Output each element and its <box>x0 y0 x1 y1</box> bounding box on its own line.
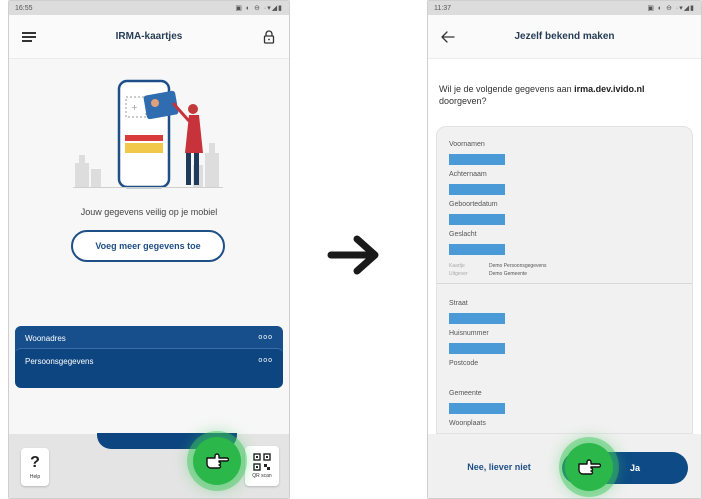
question-prefix: Wil je de volgende gegevens aan <box>439 84 575 94</box>
add-more-data-button[interactable]: Voeg meer gegevens toe <box>71 230 225 262</box>
attribute-label: Gemeente <box>449 390 482 397</box>
help-label: Help <box>29 473 41 480</box>
attribute-label: Geboortedatum <box>449 201 498 208</box>
meta-key: Uitgever <box>449 271 468 277</box>
svg-text:+: + <box>131 103 138 112</box>
attribute-value-redacted <box>449 184 505 195</box>
page-title: IRMA-kaartjes <box>115 31 183 42</box>
meta-value: Demo Gemeente <box>489 271 528 277</box>
tagline: Jouw gegevens veilig op je mobiel <box>80 207 218 217</box>
attribute-label: Postcode <box>449 360 479 367</box>
disclosure-question: Wil je de volgende gegevens aan irma.dev… <box>439 83 687 107</box>
attribute-value-redacted <box>449 313 505 324</box>
status-icons: ▣ ◐ ⊖ ·▾◢▮ <box>235 5 283 12</box>
app-bar: IRMA-kaartjes <box>9 15 289 59</box>
pointing-hand-icon <box>578 459 601 475</box>
highlight-tap-indicator[interactable] <box>193 437 241 485</box>
card-label: Persoonsgegevens <box>25 357 94 366</box>
hamburger-menu-icon[interactable] <box>21 29 37 45</box>
pointing-hand-icon <box>206 453 229 469</box>
requester-domain: irma.dev.ivido.nl <box>574 84 645 94</box>
attribute-label: Geslacht <box>449 231 477 238</box>
right-arrow-icon <box>327 235 379 275</box>
question-mark-icon: ? <box>30 453 40 471</box>
attribute-label: Straat <box>449 300 468 307</box>
attribute-label: Huisnummer <box>449 330 489 337</box>
phone-illustration: + <box>73 79 223 189</box>
attribute-value-redacted <box>449 214 505 225</box>
status-icons: ▣ ◐ ⊖ ·▾◢▮ <box>647 5 695 12</box>
question-suffix: doorgeven? <box>439 96 487 106</box>
bottom-bar: ? Help QR scan <box>9 433 289 498</box>
attribute-group-woonadres: Straat Huisnummer Postcode Gemeente Woon… <box>437 283 692 433</box>
attribute-value-redacted <box>449 154 505 165</box>
more-options-icon[interactable]: ooo <box>258 357 273 380</box>
qr-scan-button[interactable]: QR scan <box>245 446 279 486</box>
appbar-spacer <box>673 29 689 45</box>
left-phone-screen: 16:55 ▣ ◐ ⊖ ·▾◢▮ IRMA-kaartjes + Jouw ge… <box>8 0 290 499</box>
app-bar: Jezelf bekend maken <box>428 15 701 59</box>
meta-key: Kaartje <box>449 263 465 269</box>
attribute-label: Achternaam <box>449 171 487 178</box>
meta-value: Demo Persoonsgegevens <box>489 263 547 269</box>
attribute-label: Woonplaats <box>449 420 486 427</box>
card-meta: Kaartje Demo Persoonsgegevens <box>449 263 680 269</box>
stage: 16:55 ▣ ◐ ⊖ ·▾◢▮ IRMA-kaartjes + Jouw ge… <box>0 0 702 499</box>
attribute-label: Voornamen <box>449 141 485 148</box>
card-stack: Woonadres ooo Persoonsgegevens ooo <box>15 326 283 396</box>
status-bar: 11:37 ▣ ◐ ⊖ ·▾◢▮ <box>428 1 701 15</box>
attribute-value-redacted <box>449 244 505 255</box>
status-bar: 16:55 ▣ ◐ ⊖ ·▾◢▮ <box>9 1 289 15</box>
back-arrow-icon[interactable] <box>440 29 456 45</box>
highlight-tap-indicator[interactable] <box>565 443 613 491</box>
card-persoonsgegevens[interactable]: Persoonsgegevens ooo <box>15 348 283 388</box>
lock-icon[interactable] <box>261 29 277 45</box>
page-title: Jezelf bekend maken <box>514 31 615 42</box>
attribute-group-persoonsgegevens: Voornamen Achternaam Geboortedatum Gesla… <box>437 127 692 277</box>
qr-scan-label: QR scan <box>252 473 272 479</box>
help-button[interactable]: ? Help <box>21 448 49 486</box>
status-time: 16:55 <box>15 4 33 12</box>
attribute-value-redacted <box>449 343 505 354</box>
right-phone-screen: 11:37 ▣ ◐ ⊖ ·▾◢▮ Jezelf bekend maken Wil… <box>427 0 702 499</box>
status-time: 11:37 <box>434 4 451 12</box>
attribute-list[interactable]: Voornamen Achternaam Geboortedatum Gesla… <box>436 126 693 434</box>
issuer-meta: Uitgever Demo Gemeente <box>449 271 680 277</box>
disclosure-screen: Wil je de volgende gegevens aan irma.dev… <box>428 59 701 498</box>
attribute-value-redacted <box>449 403 505 414</box>
qr-code-icon <box>253 453 271 471</box>
decline-button[interactable]: Nee, liever niet <box>454 454 544 480</box>
